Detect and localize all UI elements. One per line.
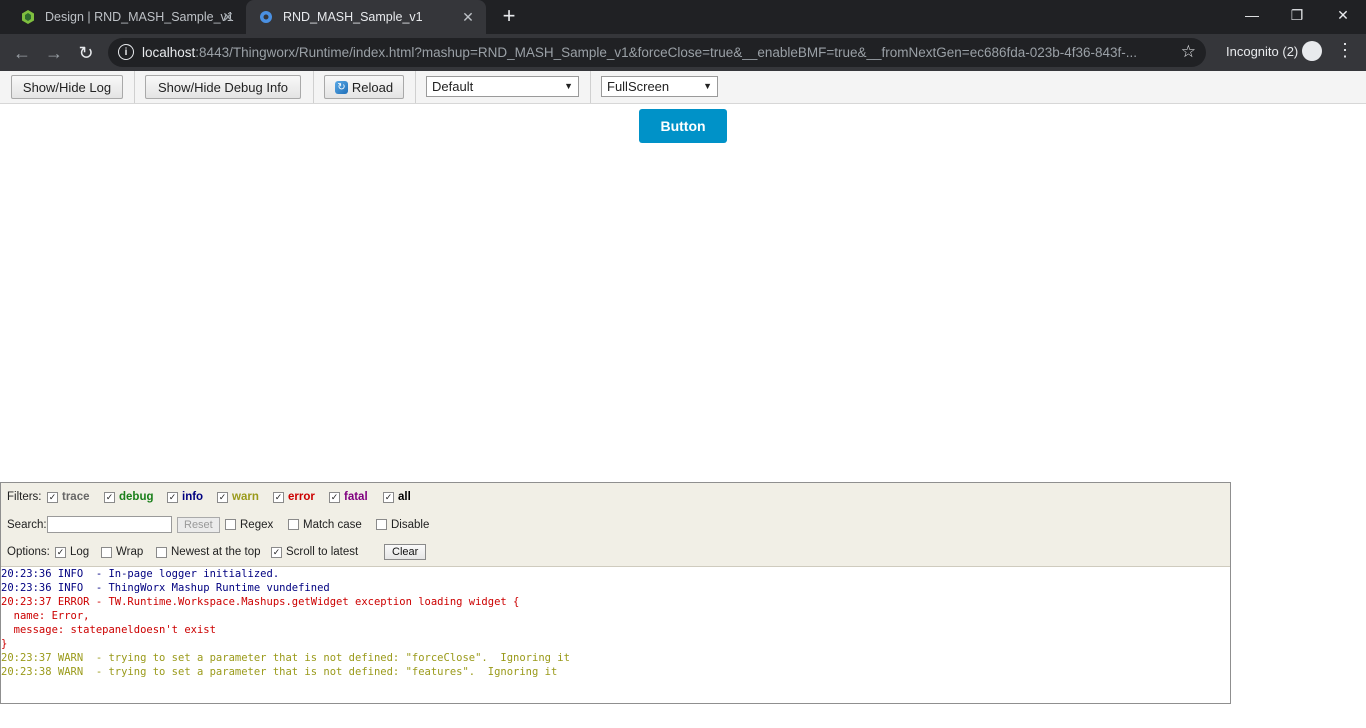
restore-icon[interactable]: ❐ [1274, 0, 1320, 30]
tab-title: Design | RND_MASH_Sample_v1 [45, 10, 234, 24]
checkbox[interactable]: ✓ [104, 491, 115, 503]
log-options-row: Options: ✓ Log Wrap Newest at the top ✓ Sc… [1, 538, 1230, 567]
new-tab-icon[interactable]: + [498, 5, 520, 28]
checkbox[interactable]: ✓ [383, 491, 394, 503]
separator [134, 71, 135, 103]
checkbox[interactable] [225, 519, 236, 530]
search-label: Search: [7, 518, 47, 531]
back-icon[interactable]: ← [10, 41, 34, 65]
separator [590, 71, 591, 103]
filter-all[interactable]: ✓ all [383, 483, 411, 511]
match-case-option[interactable]: Match case [288, 511, 362, 538]
show-hide-debug-button[interactable]: Show/Hide Debug Info [145, 75, 301, 99]
checkbox[interactable] [288, 519, 299, 530]
filter-warn[interactable]: ✓ warn [217, 483, 259, 511]
filter-error[interactable]: ✓ error [273, 483, 315, 511]
close-tab-icon[interactable]: ✕ [220, 9, 236, 25]
log-line: 20:23:37 ERROR - TW.Runtime.Workspace.Ma… [1, 596, 520, 608]
log-filters-row: Filters: ✓ trace ✓ debug ✓ info ✓ warn ✓ erro… [1, 483, 1230, 512]
log-line: 20:23:36 INFO - ThingWorx Mashup Runtime… [1, 582, 330, 594]
forward-icon[interactable]: → [42, 41, 66, 65]
log-line: 20:23:37 WARN - trying to set a paramete… [1, 652, 570, 664]
checkbox[interactable]: ✓ [47, 491, 58, 503]
thingworx-logo-icon [20, 9, 36, 25]
incognito-icon[interactable] [1302, 41, 1322, 61]
separator [313, 71, 314, 103]
option-scroll-latest[interactable]: ✓ Scroll to latest [271, 538, 358, 566]
checkbox[interactable] [101, 546, 112, 558]
close-window-icon[interactable]: ✕ [1320, 0, 1366, 30]
dropdown-arrow-icon: ▼ [564, 81, 573, 91]
log-line: message: statepaneldoesn't exist [1, 624, 216, 636]
checkbox[interactable] [156, 546, 167, 558]
reload-label: Reload [351, 79, 394, 95]
view-select-value: FullScreen [607, 79, 670, 94]
url-text[interactable]: localhost:8443/Thingworx/Runtime/index.h… [142, 45, 1162, 60]
filter-debug[interactable]: ✓ debug [104, 483, 154, 511]
checkbox[interactable]: ✓ [55, 546, 66, 558]
reload-icon[interactable]: ↻ [74, 41, 98, 65]
minimize-icon[interactable]: — [1229, 0, 1275, 30]
browser-toolbar: ← → ↻ i localhost:8443/Thingworx/Runtime… [0, 34, 1366, 71]
filter-trace[interactable]: ✓ trace [47, 483, 90, 511]
incognito-label[interactable]: Incognito (2) [1226, 44, 1298, 59]
checkbox[interactable] [376, 519, 387, 530]
filter-info[interactable]: ✓ info [167, 483, 203, 511]
option-newest-top[interactable]: Newest at the top [156, 538, 261, 566]
clear-button[interactable]: Clear [384, 544, 427, 560]
theme-select[interactable]: Default ▼ [426, 76, 579, 97]
filters-label: Filters: [7, 491, 42, 503]
log-search-row: Search: Reset Regex Match case Disable [1, 511, 1230, 539]
option-log[interactable]: ✓ Log [55, 538, 89, 566]
show-hide-log-button[interactable]: Show/Hide Log [11, 75, 123, 99]
tab-title: RND_MASH_Sample_v1 [283, 10, 423, 24]
log-line: } [1, 638, 8, 650]
mashup-button[interactable]: Button [639, 109, 727, 143]
reload-icon: ↻ [334, 80, 348, 94]
filter-fatal[interactable]: ✓ fatal [329, 483, 368, 511]
menu-icon[interactable]: ⋮ [1336, 40, 1354, 61]
bookmark-star-icon[interactable]: ☆ [1181, 42, 1196, 62]
gear-icon [258, 9, 274, 25]
address-bar[interactable]: i localhost:8443/Thingworx/Runtime/index… [108, 38, 1206, 67]
checkbox[interactable]: ✓ [273, 491, 284, 503]
log-panel: Filters: ✓ trace ✓ debug ✓ info ✓ warn ✓ erro… [0, 482, 1231, 704]
info-icon[interactable]: i [118, 44, 134, 60]
dropdown-arrow-icon: ▼ [703, 81, 712, 91]
log-line: name: Error, [1, 610, 90, 622]
options-label: Options: [7, 546, 50, 558]
browser-tab-strip: Design | RND_MASH_Sample_v1 ✕ RND_MASH_S… [0, 0, 1366, 34]
log-line: 20:23:38 WARN - trying to set a paramete… [1, 666, 558, 678]
theme-select-value: Default [432, 79, 474, 94]
checkbox[interactable]: ✓ [217, 491, 228, 503]
disable-option[interactable]: Disable [376, 511, 429, 538]
view-select[interactable]: FullScreen ▼ [601, 76, 718, 97]
close-tab-icon[interactable]: ✕ [460, 9, 476, 25]
reset-button[interactable]: Reset [177, 516, 220, 533]
log-output[interactable]: 20:23:36 INFO - In-page logger initializ… [1, 567, 1230, 703]
checkbox[interactable]: ✓ [271, 546, 282, 558]
regex-option[interactable]: Regex [225, 511, 273, 538]
checkbox[interactable]: ✓ [329, 491, 340, 503]
runtime-debug-toolbar: Show/Hide Log Show/Hide Debug Info ↻ Rel… [0, 71, 1366, 104]
reload-button[interactable]: ↻ Reload [324, 75, 404, 99]
log-search-input[interactable] [47, 516, 172, 533]
tab-runtime[interactable]: RND_MASH_Sample_v1 ✕ [246, 0, 486, 34]
separator [415, 71, 416, 103]
log-line: 20:23:36 INFO - In-page logger initializ… [1, 568, 280, 580]
tab-design[interactable]: Design | RND_MASH_Sample_v1 ✕ [10, 0, 246, 34]
option-wrap[interactable]: Wrap [101, 538, 143, 566]
checkbox[interactable]: ✓ [167, 491, 178, 503]
